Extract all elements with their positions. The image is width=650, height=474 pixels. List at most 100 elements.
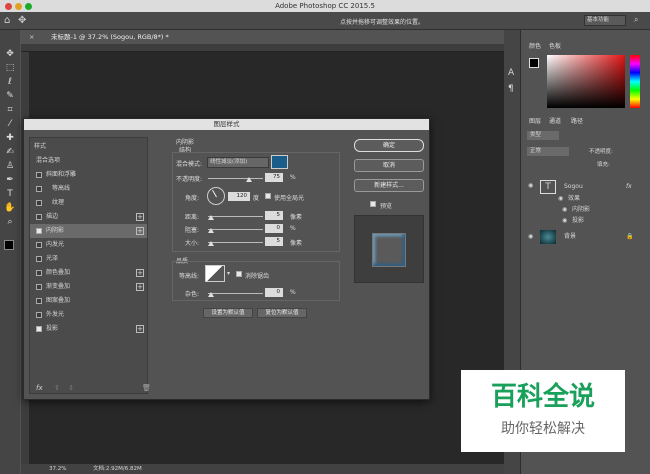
style-item[interactable]: 投影 +: [30, 322, 147, 336]
fx-icon[interactable]: fx: [36, 384, 43, 392]
style-item[interactable]: 图案叠加: [30, 294, 147, 308]
cancel-button[interactable]: 取消: [354, 159, 424, 172]
distance-slider-knob[interactable]: [208, 215, 214, 220]
visibility-eye-icon[interactable]: ◉: [558, 194, 563, 204]
foreground-color-swatch[interactable]: [529, 58, 539, 68]
add-style-icon[interactable]: +: [136, 213, 144, 221]
layer-row[interactable]: ◉ 内阴影: [522, 205, 650, 215]
shadow-color-swatch[interactable]: [271, 155, 288, 169]
tab-color[interactable]: 颜色: [529, 41, 541, 50]
global-light-checkbox[interactable]: [265, 193, 271, 199]
layer-filter-kind[interactable]: 类型: [527, 131, 559, 140]
noise-slider[interactable]: [208, 293, 263, 294]
visibility-eye-icon[interactable]: ◉: [562, 216, 567, 226]
style-item[interactable]: 等高线: [30, 182, 147, 196]
choke-input[interactable]: 0: [265, 224, 283, 233]
blend-mode-select[interactable]: 线性减淡(添加): [207, 157, 269, 168]
type-tool-icon[interactable]: T: [4, 188, 16, 200]
style-item[interactable]: 内阴影 +: [30, 224, 147, 238]
style-item[interactable]: 混合选项: [30, 154, 147, 168]
opacity-slider[interactable]: [208, 178, 263, 179]
marquee-tool-icon[interactable]: ⬚: [4, 62, 16, 74]
zoom-tool-icon[interactable]: ⌕: [4, 216, 16, 228]
close-window-button[interactable]: [5, 3, 12, 10]
character-panel-icon[interactable]: A: [508, 68, 514, 78]
style-checkbox[interactable]: [36, 200, 42, 206]
blend-mode-select[interactable]: 正常: [527, 147, 569, 156]
style-item[interactable]: 描边 +: [30, 210, 147, 224]
reset-default-button[interactable]: 复位为默认值: [257, 308, 307, 318]
opacity-input[interactable]: 75: [265, 173, 283, 182]
move-tool-icon[interactable]: ✥: [18, 15, 26, 26]
document-tab[interactable]: × 未标题-1 @ 37.2% (Sogou, RGB/8*) *: [21, 30, 181, 44]
eyedropper-icon[interactable]: ⁄: [4, 118, 16, 130]
visibility-eye-icon[interactable]: ◉: [528, 229, 533, 245]
minimize-window-button[interactable]: [15, 3, 22, 10]
style-item[interactable]: 外发光: [30, 308, 147, 322]
layer-row[interactable]: ◉ 效果: [522, 194, 650, 204]
style-checkbox[interactable]: [36, 228, 42, 234]
tab-paths[interactable]: 路径: [571, 116, 583, 125]
distance-slider[interactable]: [208, 216, 263, 217]
move-down-icon[interactable]: ⇩: [68, 384, 74, 392]
noise-input[interactable]: 0: [265, 288, 283, 297]
style-checkbox[interactable]: [36, 298, 42, 304]
layer-row[interactable]: ◉ 投影: [522, 216, 650, 226]
style-checkbox[interactable]: [36, 284, 42, 290]
contour-preview[interactable]: [205, 265, 225, 282]
preview-checkbox[interactable]: [370, 201, 376, 207]
stamp-tool-icon[interactable]: ♙: [4, 160, 16, 172]
angle-dial[interactable]: [207, 187, 225, 205]
angle-input[interactable]: 120: [228, 192, 250, 201]
move-up-icon[interactable]: ⇧: [54, 384, 60, 392]
pen-tool-icon[interactable]: ✒: [4, 174, 16, 186]
ok-button[interactable]: 确定: [354, 139, 424, 152]
chevron-down-icon[interactable]: ▾: [227, 270, 230, 277]
noise-slider-knob[interactable]: [208, 292, 214, 297]
zoom-level[interactable]: 37.2%: [49, 464, 66, 474]
healing-brush-icon[interactable]: ✚: [4, 132, 16, 144]
add-style-icon[interactable]: +: [136, 283, 144, 291]
size-slider-knob[interactable]: [208, 241, 214, 246]
distance-input[interactable]: 5: [265, 211, 283, 220]
add-style-icon[interactable]: +: [136, 325, 144, 333]
visibility-eye-icon[interactable]: ◉: [562, 205, 567, 215]
style-checkbox[interactable]: [36, 242, 42, 248]
quick-select-icon[interactable]: ✎: [4, 90, 16, 102]
style-checkbox[interactable]: [36, 312, 42, 318]
tab-channels[interactable]: 通道: [549, 116, 561, 125]
choke-slider[interactable]: [208, 229, 263, 230]
style-item[interactable]: 纹理: [30, 196, 147, 210]
choke-slider-knob[interactable]: [208, 228, 214, 233]
add-style-icon[interactable]: +: [136, 227, 144, 235]
color-picker-field[interactable]: [547, 55, 625, 108]
size-slider[interactable]: [208, 242, 263, 243]
style-checkbox[interactable]: [36, 214, 42, 220]
search-icon[interactable]: ⌕: [634, 15, 638, 25]
antialias-checkbox[interactable]: [236, 271, 242, 277]
style-item[interactable]: 光泽: [30, 252, 147, 266]
style-item[interactable]: 内发光: [30, 238, 147, 252]
new-style-button[interactable]: 新建样式...: [354, 179, 424, 192]
crop-tool-icon[interactable]: ⌗: [4, 104, 16, 116]
hue-slider[interactable]: [630, 55, 640, 108]
brush-tool-icon[interactable]: ✍: [4, 146, 16, 158]
close-tab-icon[interactable]: ×: [29, 30, 34, 44]
workspace-select[interactable]: 基本功能: [584, 15, 626, 26]
style-checkbox[interactable]: [36, 172, 42, 178]
opacity-slider-knob[interactable]: [246, 177, 253, 182]
style-checkbox[interactable]: [36, 256, 42, 262]
move-tool-icon[interactable]: ✥: [4, 48, 16, 60]
tab-swatches[interactable]: 色板: [549, 41, 561, 50]
style-item[interactable]: 颜色叠加 +: [30, 266, 147, 280]
hand-tool-icon[interactable]: ✋: [4, 202, 16, 214]
trash-icon[interactable]: 🗑: [142, 384, 151, 392]
style-item[interactable]: 斜面和浮雕: [30, 168, 147, 182]
style-item[interactable]: 渐变叠加 +: [30, 280, 147, 294]
size-input[interactable]: 5: [265, 237, 283, 246]
home-icon[interactable]: ⌂: [4, 15, 10, 26]
style-checkbox[interactable]: [36, 186, 42, 192]
lasso-tool-icon[interactable]: ℓ: [4, 76, 16, 88]
visibility-eye-icon[interactable]: ◉: [528, 178, 533, 194]
layer-row[interactable]: ◉ 背景 🔒: [522, 229, 650, 245]
